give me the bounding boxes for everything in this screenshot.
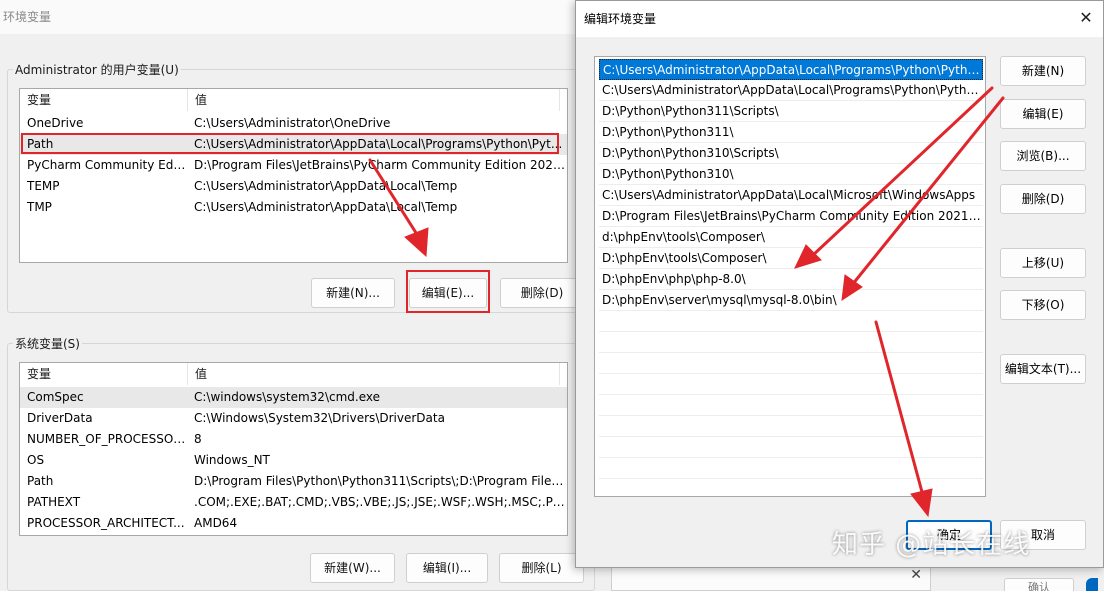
user-new-button[interactable]: 新建(N)... (311, 278, 395, 308)
path-entry-empty[interactable] (599, 374, 983, 395)
delete-button[interactable]: 删除(D) (1000, 184, 1086, 214)
table-row[interactable]: PyCharm Community Editi... D:\Program Fi… (20, 155, 567, 176)
path-entry-empty[interactable] (599, 311, 983, 332)
user-variables-list[interactable]: 变量 值 OneDrive C:\Users\Administrator\One… (19, 88, 568, 263)
path-entry-empty[interactable] (599, 353, 983, 374)
column-header-value[interactable]: 值 (188, 363, 560, 385)
environment-variables-window: 环境变量 Administrator 的用户变量(U) 变量 值 OneDriv… (0, 0, 600, 591)
column-header-variable[interactable]: 变量 (20, 363, 188, 385)
table-row[interactable]: TEMP C:\Users\Administrator\AppData\Loca… (20, 176, 567, 197)
path-entry-empty[interactable] (599, 332, 983, 353)
variable-name: PROCESSOR_ARCHITECT... (27, 516, 185, 530)
close-icon[interactable]: ✕ (910, 567, 922, 583)
path-entry[interactable]: d:\phpEnv\tools\Composer\ (599, 227, 983, 248)
path-entry[interactable]: D:\Python\Python311\Scripts\ (599, 101, 983, 122)
user-variables-label: Administrator 的用户变量(U) (13, 61, 181, 78)
variable-value: AMD64 (194, 516, 238, 530)
path-entry[interactable]: C:\Users\Administrator\AppData\Local\Mic… (599, 185, 983, 206)
variable-name: OS (27, 453, 45, 467)
path-entry[interactable]: C:\Users\Administrator\AppData\Local\Pro… (599, 80, 983, 101)
variable-value: D:\Program Files\Python\Python311\Script… (194, 474, 567, 488)
table-row[interactable]: TMP C:\Users\Administrator\AppData\Local… (20, 197, 567, 218)
window-title: 环境变量 (0, 0, 600, 34)
column-header-variable[interactable]: 变量 (20, 89, 188, 111)
path-entry[interactable]: D:\Python\Python311\ (599, 122, 983, 143)
edit-button-highlight-box (406, 270, 490, 313)
variable-name: TEMP (27, 179, 60, 193)
path-entry[interactable]: D:\phpEnv\server\mysql\mysql-8.0\bin\ (599, 290, 983, 311)
variable-value: C:\windows\system32\cmd.exe (194, 390, 380, 404)
column-header-value[interactable]: 值 (188, 89, 560, 111)
variable-name: NUMBER_OF_PROCESSORS (27, 432, 188, 446)
system-variables-list[interactable]: 变量 值 ComSpec C:\windows\system32\cmd.exe… (19, 362, 568, 536)
watermark: 知乎 @站长在线 (832, 530, 1031, 560)
variable-value: C:\Users\Administrator\AppData\Local\Tem… (194, 200, 458, 214)
path-entry-empty[interactable] (599, 395, 983, 416)
move-down-button[interactable]: 下移(O) (1000, 290, 1086, 320)
path-entry[interactable]: D:\phpEnv\php\php-8.0\ (599, 269, 983, 290)
variable-value: C:\Users\Administrator\AppData\Local\Tem… (194, 179, 458, 193)
path-entries-list[interactable]: C:\Users\Administrator\AppData\Local\Pro… (594, 56, 986, 497)
system-new-button[interactable]: 新建(W)... (310, 553, 395, 583)
path-entry-empty[interactable] (599, 437, 983, 458)
background-accent-shape (1086, 578, 1098, 591)
table-row[interactable]: OneDrive C:\Users\Administrator\OneDrive (20, 113, 567, 134)
table-row[interactable]: PROCESSOR_ARCHITECT... AMD64 (20, 513, 567, 534)
new-button[interactable]: 新建(N) (1000, 56, 1086, 86)
path-entry-empty[interactable] (599, 416, 983, 437)
path-entry-empty[interactable] (599, 458, 983, 479)
variable-name: Path (27, 474, 54, 488)
variable-value: D:\Program Files\JetBrains\PyCharm Commu… (194, 158, 567, 172)
path-entry[interactable]: D:\phpEnv\tools\Composer\ (599, 248, 983, 269)
path-entry[interactable]: D:\Python\Python310\ (599, 164, 983, 185)
table-row[interactable]: OS Windows_NT (20, 450, 567, 471)
variable-name: TMP (27, 200, 52, 214)
background-confirm-button[interactable]: 确认 (1004, 578, 1074, 591)
variable-name: DriverData (27, 411, 93, 425)
browse-button[interactable]: 浏览(B)... (1000, 141, 1086, 171)
table-row[interactable]: Path D:\Program Files\Python\Python311\S… (20, 471, 567, 492)
dialog-title: 编辑环境变量 (576, 1, 1103, 37)
table-row[interactable]: DriverData C:\Windows\System32\Drivers\D… (20, 408, 567, 429)
variable-value: C:\Windows\System32\Drivers\DriverData (194, 411, 445, 425)
table-row[interactable]: PATHEXT .COM;.EXE;.BAT;.CMD;.VBS;.VBE;.J… (20, 492, 567, 513)
variable-name: PATHEXT (27, 495, 81, 509)
system-edit-button[interactable]: 编辑(I)... (406, 553, 488, 583)
variable-name: ComSpec (27, 390, 84, 404)
variable-value: .COM;.EXE;.BAT;.CMD;.VBS;.VBE;.JS;.JSE;.… (194, 495, 567, 509)
move-up-button[interactable]: 上移(U) (1000, 248, 1086, 278)
edit-environment-variable-dialog: 编辑环境变量 ✕ C:\Users\Administrator\AppData\… (575, 0, 1104, 568)
path-entry[interactable]: D:\Python\Python310\Scripts\ (599, 143, 983, 164)
path-entry[interactable]: D:\Program Files\JetBrains\PyCharm Commu… (599, 206, 983, 227)
system-delete-button[interactable]: 删除(L) (499, 553, 584, 583)
variable-value: C:\Users\Administrator\OneDrive (194, 116, 391, 130)
close-icon[interactable]: ✕ (1077, 9, 1095, 27)
edit-button[interactable]: 编辑(E) (1000, 99, 1086, 129)
variable-value: 8 (194, 432, 202, 446)
variable-value: Windows_NT (194, 453, 270, 467)
path-entry-selected[interactable]: C:\Users\Administrator\AppData\Local\Pro… (599, 59, 983, 80)
system-variables-label: 系统变量(S) (13, 335, 82, 352)
variable-name: PyCharm Community Editi... (27, 158, 188, 172)
path-row-highlight-box (21, 133, 559, 154)
user-delete-button[interactable]: 删除(D) (500, 278, 584, 308)
table-row-selected[interactable]: ComSpec C:\windows\system32\cmd.exe (20, 387, 567, 408)
edit-text-button[interactable]: 编辑文本(T)... (1000, 354, 1086, 384)
variable-name: OneDrive (27, 116, 84, 130)
list-header: 变量 值 (20, 363, 567, 385)
table-row[interactable]: NUMBER_OF_PROCESSORS 8 (20, 429, 567, 450)
list-header: 变量 值 (20, 89, 567, 111)
